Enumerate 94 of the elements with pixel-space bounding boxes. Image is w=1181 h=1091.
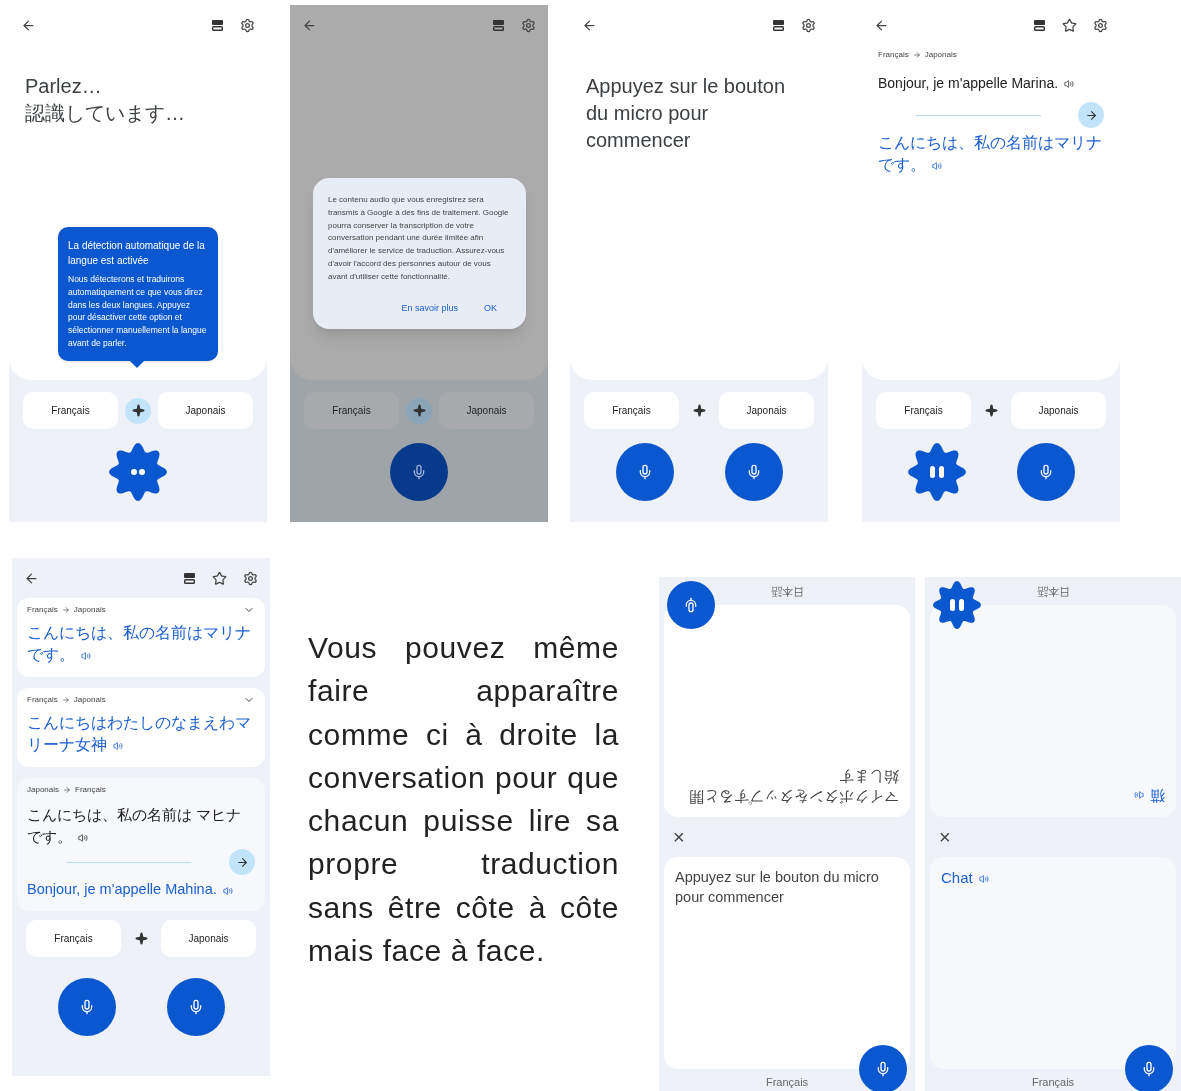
- dialog-action-button[interactable]: En savoir plus: [401, 301, 458, 316]
- source-language-button[interactable]: Français: [26, 920, 121, 958]
- listening-button[interactable]: [933, 581, 981, 629]
- close-button[interactable]: ×: [939, 827, 951, 847]
- source-language-button[interactable]: Français: [876, 392, 971, 429]
- sparkle-icon: [984, 404, 998, 417]
- listening-button[interactable]: [109, 443, 167, 501]
- prompt-text: Appuyez sur le bouton du micro pour commencer: [586, 74, 786, 153]
- prompt-text: Appuyez sur le bouton du micro pour commencer: [675, 868, 880, 908]
- translation-text: こんにちは、私の名前はマリナです。: [27, 623, 252, 666]
- language-label: 日本語: [1035, 585, 1071, 600]
- sparkle-icon: [134, 932, 148, 946]
- arrow-right-icon: [63, 785, 72, 794]
- speaker-icon[interactable]: [113, 741, 123, 752]
- speaker-icon[interactable]: [78, 832, 88, 843]
- target-language-label: Français: [75, 783, 106, 796]
- dialog-action-button[interactable]: OK: [484, 301, 497, 316]
- auto-detect-button[interactable]: [406, 397, 432, 424]
- dialog-message: Le contenu audio que vous enregistrez sera transmis à Google à des fins de traitement. Google pourra conserver la transcription de votre conversation pendant une durée limitée afin d'améliorer le service de traduction. Assurez-vous d'avoir l'accord des personnes autour de vous avant d'utiliser cette fonctionnalité.: [328, 194, 510, 283]
- sparkle-icon: [131, 404, 145, 417]
- arrow-right-icon: [61, 606, 70, 614]
- arrow-right-icon: [1084, 108, 1098, 122]
- language-label: 日本語: [769, 585, 805, 600]
- microphone-button[interactable]: [1016, 443, 1075, 501]
- language-label: Français: [1030, 1075, 1076, 1090]
- microphone-button[interactable]: [1125, 1045, 1173, 1091]
- language-label: Français: [764, 1075, 810, 1090]
- translation-text: 猫: [941, 784, 1165, 807]
- source-language-button[interactable]: Français: [584, 392, 679, 429]
- source-text: こんにちは、私の名前は マヒナです。: [27, 804, 243, 847]
- target-language-button[interactable]: Japonais: [161, 920, 256, 958]
- speaker-icon[interactable]: [1134, 789, 1144, 800]
- arrow-button[interactable]: [229, 849, 255, 876]
- star-icon[interactable]: [212, 570, 227, 586]
- prompt-text: 認識しています…: [25, 101, 186, 126]
- sparkle-icon: [692, 404, 706, 417]
- translation-text: こんにちはわたしのなまえわマリーナ女神: [27, 712, 252, 756]
- back-arrow-icon[interactable]: [24, 570, 39, 586]
- speaker-icon[interactable]: [978, 874, 989, 885]
- tooltip-title: La détection automatique de la langue est activée: [68, 239, 206, 268]
- microphone-icon: [683, 597, 699, 613]
- speaker-icon[interactable]: [1064, 79, 1075, 90]
- settings-icon[interactable]: [801, 17, 816, 33]
- source-language-button[interactable]: Français: [23, 392, 118, 429]
- layout-icon[interactable]: [211, 18, 224, 32]
- layout-icon[interactable]: [183, 571, 196, 585]
- target-language-button[interactable]: Japonais: [1011, 392, 1106, 429]
- settings-icon[interactable]: [240, 17, 255, 33]
- close-button[interactable]: ×: [673, 827, 685, 847]
- translation-text: こんにちは、私の名前はマリナです。: [878, 133, 1103, 176]
- microphone-button[interactable]: [615, 443, 674, 501]
- tooltip-body: Nous détecterons et traduirons automatiquement ce que vous direz dans les deux langues. Appuyez pour désactiver cette option et sélectionner manuellement la langue avant de parler.: [68, 273, 208, 350]
- microphone-button[interactable]: [859, 1045, 907, 1091]
- listening-button[interactable]: [907, 443, 966, 501]
- arrow-button[interactable]: [1078, 102, 1104, 128]
- layout-icon[interactable]: [492, 18, 505, 32]
- settings-icon[interactable]: [521, 17, 536, 33]
- speaker-icon[interactable]: [222, 885, 233, 896]
- arrow-right-icon: [235, 855, 249, 869]
- target-language-label: Japonais: [73, 693, 106, 706]
- back-arrow-icon[interactable]: [21, 17, 36, 33]
- microphone-button[interactable]: [667, 581, 715, 629]
- translation-text: Bonjour, je m'appelle Mahina.: [27, 879, 255, 902]
- star-icon[interactable]: [1062, 17, 1077, 33]
- speaker-icon[interactable]: [81, 651, 91, 662]
- source-language-label: Français: [27, 693, 58, 706]
- settings-icon[interactable]: [243, 570, 258, 586]
- source-language-label: Français: [878, 49, 909, 61]
- target-language-button[interactable]: Japonais: [719, 392, 814, 429]
- layout-icon[interactable]: [772, 18, 785, 32]
- source-language-button[interactable]: Français: [304, 392, 399, 429]
- arrow-right-icon: [912, 51, 921, 59]
- source-language-label: Japonais: [27, 783, 60, 796]
- microphone-button[interactable]: [390, 443, 448, 501]
- prompt-text: マイクボタンをタップすると開始します: [688, 767, 899, 807]
- auto-detect-button[interactable]: [125, 397, 151, 424]
- target-language-button[interactable]: Japonais: [439, 392, 534, 429]
- caption-paragraph: Vous pouvez même faire apparaître comme ci à droite la conversation pour que chacun puisse lire sa propre traduction sans être côte à côte mais face à face.: [308, 630, 619, 970]
- target-language-label: Japonais: [924, 49, 957, 61]
- microphone-icon: [875, 1061, 891, 1077]
- layout-icon[interactable]: [1033, 18, 1046, 32]
- microphone-button[interactable]: [724, 443, 783, 501]
- target-language-label: Japonais: [73, 604, 106, 616]
- prompt-text: Parlez…: [25, 74, 103, 99]
- translation-text: Chat: [941, 867, 1165, 890]
- speaker-icon[interactable]: [932, 161, 942, 172]
- microphone-icon: [411, 464, 427, 480]
- target-language-button[interactable]: Japonais: [158, 392, 253, 429]
- sparkle-icon: [412, 404, 426, 417]
- arrow-right-icon: [61, 695, 70, 704]
- microphone-icon: [1141, 1061, 1157, 1077]
- settings-icon[interactable]: [1093, 17, 1108, 33]
- source-language-label: Français: [27, 604, 58, 616]
- source-text: Bonjour, je m'appelle Marina.: [878, 73, 1104, 94]
